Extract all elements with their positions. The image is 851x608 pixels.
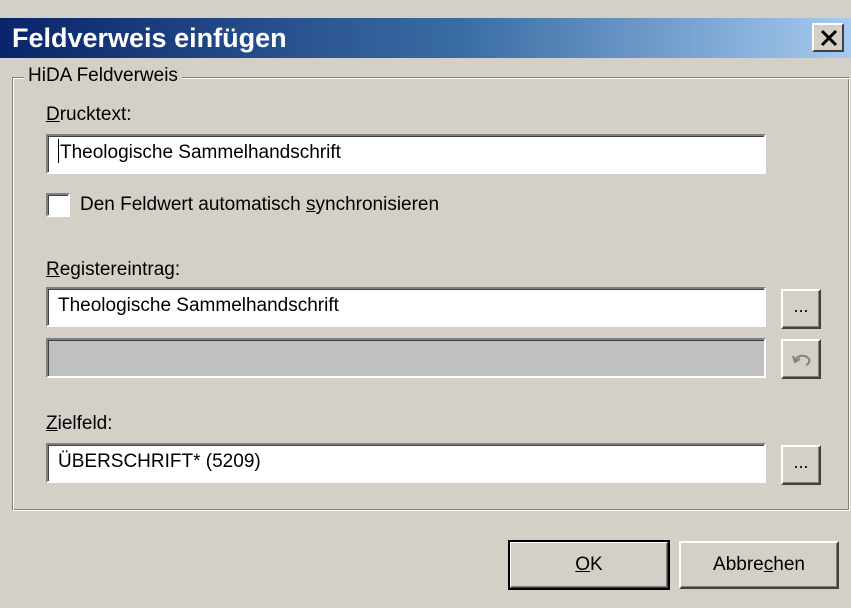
ok-accesskey: O — [575, 554, 591, 575]
undo-icon — [792, 354, 811, 366]
sync-label-post: ynchronisieren — [315, 194, 440, 215]
undo-button[interactable] — [781, 339, 821, 379]
cancel-button[interactable]: Abbrechen — [679, 541, 839, 589]
zielfeld-value: ÜBERSCHRIFT* (5209) — [58, 451, 261, 472]
drucktext-label-rest: rucktext: — [59, 104, 132, 125]
sync-checkbox[interactable] — [46, 193, 70, 217]
drucktext-value: Theologische Sammelhandschrift — [60, 142, 341, 163]
text-caret — [58, 138, 59, 163]
registereintrag-browse-button[interactable]: ... — [781, 289, 821, 329]
zielfeld-label-accesskey: Z — [46, 413, 58, 434]
cancel-accesskey: c — [763, 554, 774, 575]
sync-checkbox-label[interactable]: Den Feldwert automatisch synchronisieren — [80, 193, 439, 217]
drucktext-label: Drucktext: — [46, 103, 132, 127]
close-button[interactable] — [812, 23, 844, 52]
zielfeld-input[interactable]: ÜBERSCHRIFT* (5209) — [46, 443, 766, 483]
ok-button[interactable]: OK — [508, 540, 670, 590]
drucktext-label-accesskey: D — [46, 104, 60, 125]
zielfeld-label-rest: ielfeld: — [57, 413, 113, 434]
title-bar[interactable]: Feldverweis einfügen — [0, 18, 851, 58]
zielfeld-browse-button[interactable]: ... — [781, 445, 821, 485]
window-title: Feldverweis einfügen — [12, 23, 287, 53]
registereintrag-input[interactable]: Theologische Sammelhandschrift — [46, 287, 766, 327]
cancel-pre: Abbre — [713, 554, 764, 575]
ok-rest: K — [590, 554, 603, 575]
zielfeld-label: Zielfeld: — [46, 412, 113, 436]
drucktext-input[interactable]: Theologische Sammelhandschrift — [46, 134, 766, 174]
registereintrag-label-accesskey: R — [46, 259, 60, 280]
registereintrag-label: Registereintrag: — [46, 258, 180, 282]
group-box-title: HiDA Feldverweis — [24, 64, 182, 88]
sync-label-accesskey: s — [306, 194, 316, 215]
cancel-post: hen — [773, 554, 805, 575]
registereintrag-value: Theologische Sammelhandschrift — [58, 295, 339, 316]
sync-label-pre: Den Feldwert automatisch — [80, 194, 306, 215]
registereintrag-label-rest: egistereintrag: — [59, 259, 181, 280]
close-icon — [820, 29, 838, 47]
registereintrag-secondary-field — [46, 338, 766, 378]
dialog-window: Feldverweis einfügen HiDA Feldverweis Dr… — [0, 0, 851, 608]
